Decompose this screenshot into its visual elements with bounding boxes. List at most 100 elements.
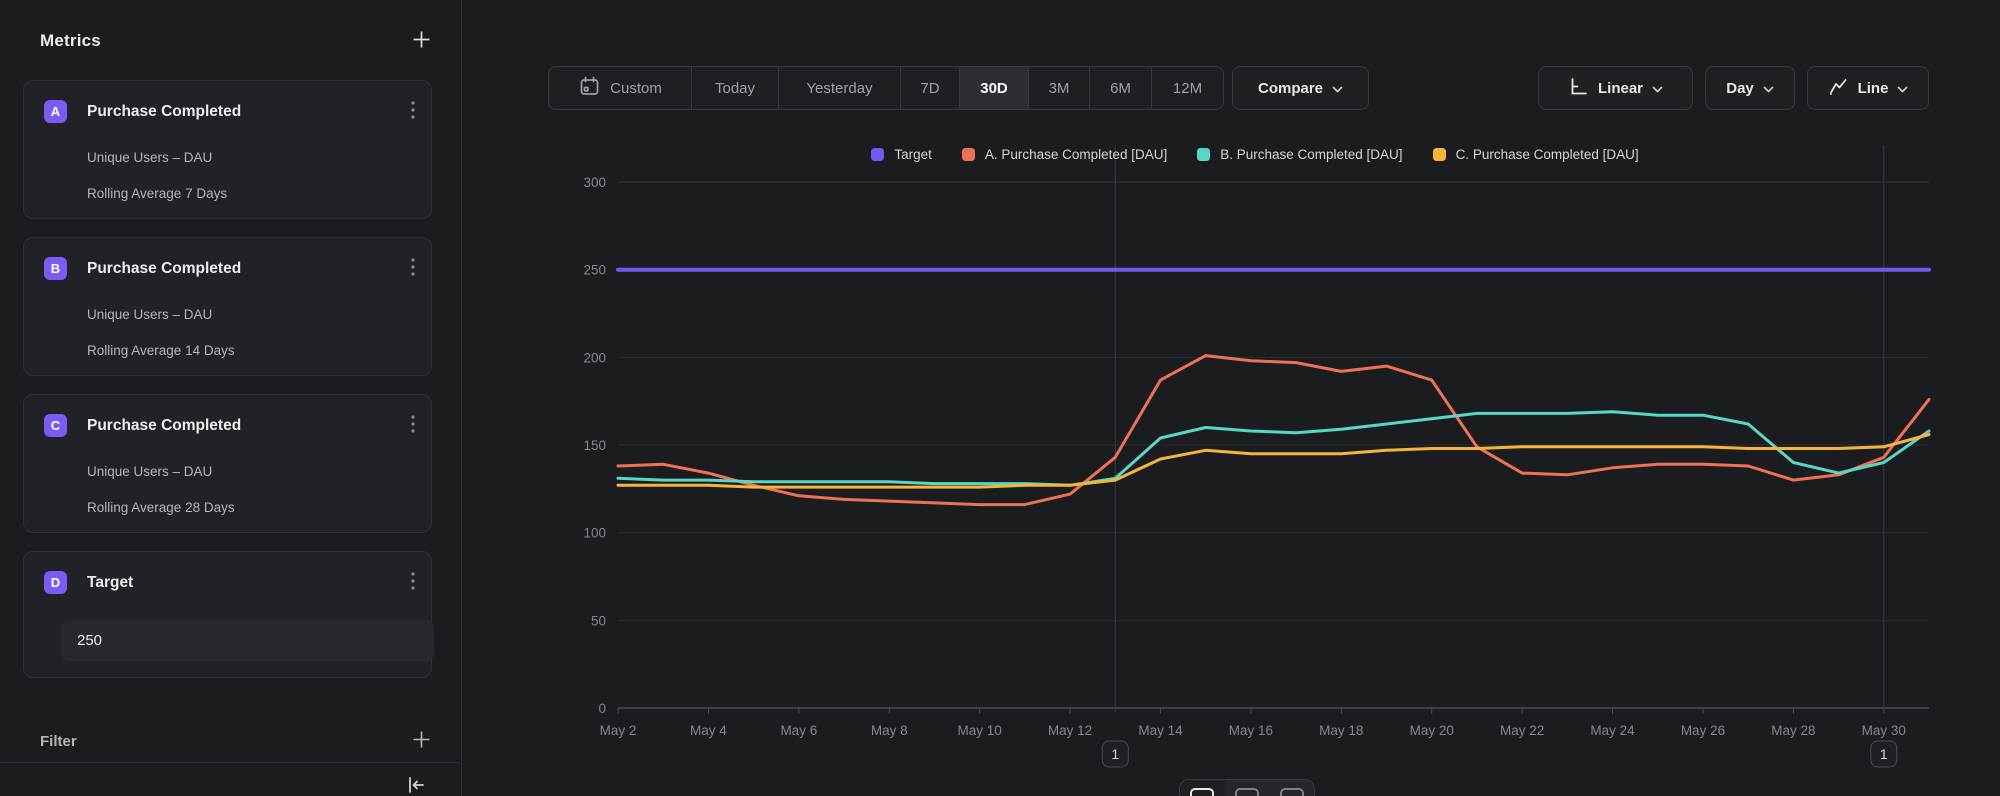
legend-swatch xyxy=(1433,148,1446,161)
add-filter-button[interactable] xyxy=(410,728,433,754)
linear-scale-icon xyxy=(1568,76,1589,101)
metric-badge: B xyxy=(44,257,67,280)
legend-label: Target xyxy=(894,147,932,162)
metric-badge: C xyxy=(44,414,67,437)
sidebar-header: Metrics xyxy=(0,0,461,54)
range-custom[interactable]: Custom xyxy=(549,67,692,109)
scale-select-button[interactable]: Linear xyxy=(1538,66,1693,110)
metric-card-c[interactable]: C Purchase Completed Unique Users – DAU … xyxy=(23,394,432,533)
range-12m[interactable]: 12M xyxy=(1152,67,1223,109)
metric-measure: Unique Users – DAU xyxy=(87,150,411,165)
collapse-sidebar-button[interactable] xyxy=(403,772,429,796)
legend-item[interactable]: A. Purchase Completed [DAU] xyxy=(962,147,1167,162)
chart-panel: Custom Today Yesterday 7D 30D 3M 6M 12M … xyxy=(462,0,2000,796)
svg-text:1: 1 xyxy=(1880,746,1888,762)
metric-title: Purchase Completed xyxy=(87,260,409,278)
sidebar-footer xyxy=(0,762,461,796)
filter-section: Filter xyxy=(40,728,433,754)
chevron-down-icon xyxy=(1332,80,1343,97)
x-axis-label: May 24 xyxy=(1590,723,1635,738)
kebab-icon xyxy=(411,258,415,279)
annotation-badge[interactable]: 1 xyxy=(1102,741,1128,767)
metric-measure: Unique Users – DAU xyxy=(87,464,411,479)
x-axis-label: May 8 xyxy=(871,723,908,738)
range-yesterday[interactable]: Yesterday xyxy=(779,67,901,109)
x-axis-label: May 4 xyxy=(690,723,727,738)
target-value-input[interactable] xyxy=(61,620,434,661)
legend-item[interactable]: Target xyxy=(871,147,932,162)
view-option-panel-large[interactable] xyxy=(1180,780,1225,796)
view-option-panel-small[interactable] xyxy=(1269,780,1314,796)
x-axis-label: May 2 xyxy=(600,723,637,738)
metric-transform: Rolling Average 7 Days xyxy=(87,186,411,201)
calendar-icon xyxy=(578,75,601,102)
x-axis-label: May 30 xyxy=(1862,723,1906,738)
x-axis-label: May 28 xyxy=(1771,723,1815,738)
metric-title: Purchase Completed xyxy=(87,417,409,435)
panel-icon xyxy=(1235,788,1259,796)
metric-card-a[interactable]: A Purchase Completed Unique Users – DAU … xyxy=(23,80,432,219)
range-6m[interactable]: 6M xyxy=(1090,67,1152,109)
target-card[interactable]: D Target xyxy=(23,551,432,678)
metric-measure: Unique Users – DAU xyxy=(87,307,411,322)
kebab-icon xyxy=(411,101,415,122)
x-axis-label: May 26 xyxy=(1681,723,1725,738)
sidebar-title: Metrics xyxy=(40,31,101,51)
line-chart: 050100150200250300May 2May 4May 6May 8Ma… xyxy=(560,140,1950,780)
legend-label: C. Purchase Completed [DAU] xyxy=(1456,147,1639,162)
chart-type-select-button[interactable]: Line xyxy=(1807,66,1929,110)
legend-swatch xyxy=(1197,148,1210,161)
svg-text:1: 1 xyxy=(1111,746,1119,762)
y-axis-label: 150 xyxy=(583,438,606,453)
x-axis-label: May 16 xyxy=(1229,723,1273,738)
x-axis-label: May 18 xyxy=(1319,723,1363,738)
chevron-down-icon xyxy=(1897,80,1908,97)
range-3m[interactable]: 3M xyxy=(1029,67,1090,109)
y-axis-label: 200 xyxy=(583,350,606,365)
legend-label: A. Purchase Completed [DAU] xyxy=(985,147,1167,162)
plus-icon xyxy=(412,30,431,52)
x-axis-label: May 20 xyxy=(1410,723,1454,738)
legend-item[interactable]: B. Purchase Completed [DAU] xyxy=(1197,147,1402,162)
filter-label: Filter xyxy=(40,733,77,750)
chevron-down-icon xyxy=(1763,80,1774,97)
kebab-icon xyxy=(411,572,415,593)
metric-title: Purchase Completed xyxy=(87,103,409,121)
line-chart-icon xyxy=(1828,76,1849,101)
y-axis-label: 50 xyxy=(591,613,606,628)
series-line xyxy=(618,435,1929,488)
legend-swatch xyxy=(962,148,975,161)
compare-button[interactable]: Compare xyxy=(1232,66,1369,110)
range-7d[interactable]: 7D xyxy=(901,67,960,109)
metric-card-b[interactable]: B Purchase Completed Unique Users – DAU … xyxy=(23,237,432,376)
x-axis-label: May 6 xyxy=(780,723,817,738)
interval-select-button[interactable]: Day xyxy=(1705,66,1795,110)
chevron-down-icon xyxy=(1652,80,1663,97)
range-today[interactable]: Today xyxy=(692,67,779,109)
legend-item[interactable]: C. Purchase Completed [DAU] xyxy=(1433,147,1639,162)
date-range-picker: Custom Today Yesterday 7D 30D 3M 6M 12M xyxy=(548,66,1224,110)
y-axis-label: 300 xyxy=(583,175,606,190)
y-axis-label: 100 xyxy=(583,526,606,541)
legend-swatch xyxy=(871,148,884,161)
metric-menu-button[interactable] xyxy=(409,256,417,281)
plus-icon xyxy=(412,730,431,752)
annotation-badge[interactable]: 1 xyxy=(1871,741,1897,767)
y-axis-label: 250 xyxy=(583,263,606,278)
metric-transform: Rolling Average 28 Days xyxy=(87,500,411,515)
chart-legend: Target A. Purchase Completed [DAU] B. Purc… xyxy=(560,141,1950,167)
metric-menu-button[interactable] xyxy=(409,99,417,124)
range-30d[interactable]: 30D xyxy=(960,67,1029,109)
metric-badge: A xyxy=(44,100,67,123)
x-axis-label: May 10 xyxy=(958,723,1002,738)
x-axis-label: May 14 xyxy=(1138,723,1183,738)
collapse-left-icon xyxy=(405,774,427,796)
metrics-sidebar: Metrics A Purchase Completed Unique User… xyxy=(0,0,462,796)
x-axis-label: May 12 xyxy=(1048,723,1092,738)
metric-menu-button[interactable] xyxy=(409,413,417,438)
view-option-panel-medium[interactable] xyxy=(1225,780,1270,796)
bottom-view-switcher xyxy=(1179,779,1315,796)
target-title: Target xyxy=(87,574,409,592)
add-metric-button[interactable] xyxy=(410,28,433,54)
metric-menu-button[interactable] xyxy=(409,570,417,595)
